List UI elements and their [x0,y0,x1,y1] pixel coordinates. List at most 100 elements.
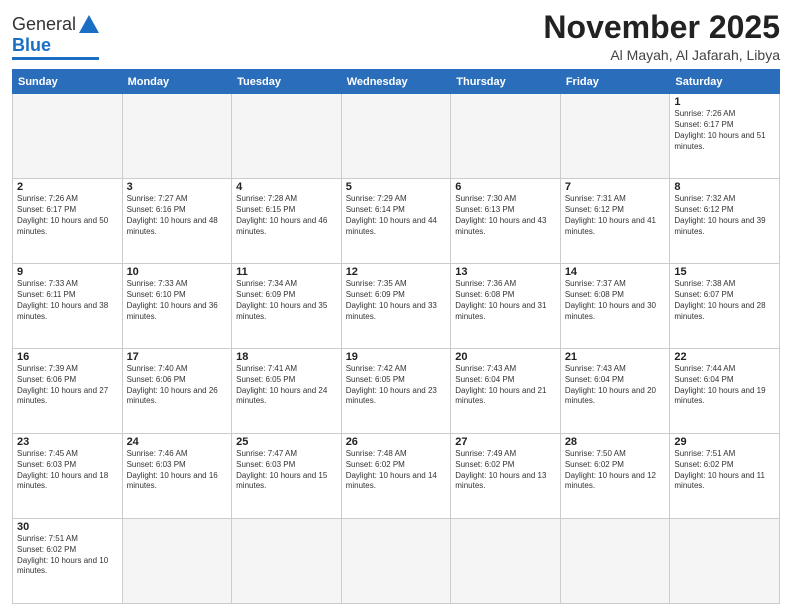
day-info: Sunrise: 7:32 AMSunset: 6:12 PMDaylight:… [674,194,775,237]
table-cell: 7Sunrise: 7:31 AMSunset: 6:12 PMDaylight… [560,179,670,264]
title-block: November 2025 Al Mayah, Al Jafarah, Liby… [543,10,780,63]
day-number: 5 [346,181,447,193]
day-info: Sunrise: 7:51 AMSunset: 6:02 PMDaylight:… [17,534,118,577]
table-cell [451,519,561,604]
table-cell: 29Sunrise: 7:51 AMSunset: 6:02 PMDayligh… [670,434,780,519]
day-number: 3 [127,181,228,193]
table-cell: 5Sunrise: 7:29 AMSunset: 6:14 PMDaylight… [341,179,451,264]
table-cell: 3Sunrise: 7:27 AMSunset: 6:16 PMDaylight… [122,179,232,264]
day-info: Sunrise: 7:28 AMSunset: 6:15 PMDaylight:… [236,194,337,237]
table-cell: 2Sunrise: 7:26 AMSunset: 6:17 PMDaylight… [13,179,123,264]
day-number: 17 [127,351,228,363]
logo-underline [12,57,99,60]
day-number: 20 [455,351,556,363]
day-info: Sunrise: 7:36 AMSunset: 6:08 PMDaylight:… [455,279,556,322]
table-cell [670,519,780,604]
day-info: Sunrise: 7:38 AMSunset: 6:07 PMDaylight:… [674,279,775,322]
table-cell: 15Sunrise: 7:38 AMSunset: 6:07 PMDayligh… [670,264,780,349]
day-number: 7 [565,181,666,193]
header-sunday: Sunday [13,70,123,94]
table-cell [122,94,232,179]
day-info: Sunrise: 7:31 AMSunset: 6:12 PMDaylight:… [565,194,666,237]
day-number: 30 [17,521,118,533]
day-info: Sunrise: 7:27 AMSunset: 6:16 PMDaylight:… [127,194,228,237]
table-cell: 18Sunrise: 7:41 AMSunset: 6:05 PMDayligh… [232,349,342,434]
day-number: 15 [674,266,775,278]
table-cell [341,94,451,179]
calendar-row: 16Sunrise: 7:39 AMSunset: 6:06 PMDayligh… [13,349,780,434]
table-cell [232,519,342,604]
table-cell: 11Sunrise: 7:34 AMSunset: 6:09 PMDayligh… [232,264,342,349]
table-cell: 26Sunrise: 7:48 AMSunset: 6:02 PMDayligh… [341,434,451,519]
table-cell: 17Sunrise: 7:40 AMSunset: 6:06 PMDayligh… [122,349,232,434]
day-number: 21 [565,351,666,363]
table-cell: 25Sunrise: 7:47 AMSunset: 6:03 PMDayligh… [232,434,342,519]
header-monday: Monday [122,70,232,94]
table-cell: 16Sunrise: 7:39 AMSunset: 6:06 PMDayligh… [13,349,123,434]
header-tuesday: Tuesday [232,70,342,94]
table-cell: 6Sunrise: 7:30 AMSunset: 6:13 PMDaylight… [451,179,561,264]
table-cell: 14Sunrise: 7:37 AMSunset: 6:08 PMDayligh… [560,264,670,349]
table-cell [341,519,451,604]
header: General Blue November 2025 Al Mayah, Al … [12,10,780,63]
day-number: 9 [17,266,118,278]
day-info: Sunrise: 7:48 AMSunset: 6:02 PMDaylight:… [346,449,447,492]
logo-general-text: General [12,14,76,35]
table-cell: 8Sunrise: 7:32 AMSunset: 6:12 PMDaylight… [670,179,780,264]
header-thursday: Thursday [451,70,561,94]
table-cell: 9Sunrise: 7:33 AMSunset: 6:11 PMDaylight… [13,264,123,349]
table-cell [560,94,670,179]
page: General Blue November 2025 Al Mayah, Al … [0,0,792,612]
table-cell: 1Sunrise: 7:26 AMSunset: 6:17 PMDaylight… [670,94,780,179]
table-cell: 19Sunrise: 7:42 AMSunset: 6:05 PMDayligh… [341,349,451,434]
day-number: 25 [236,436,337,448]
day-info: Sunrise: 7:35 AMSunset: 6:09 PMDaylight:… [346,279,447,322]
table-cell: 22Sunrise: 7:44 AMSunset: 6:04 PMDayligh… [670,349,780,434]
day-number: 18 [236,351,337,363]
day-info: Sunrise: 7:47 AMSunset: 6:03 PMDaylight:… [236,449,337,492]
day-info: Sunrise: 7:39 AMSunset: 6:06 PMDaylight:… [17,364,118,407]
table-cell [451,94,561,179]
day-number: 13 [455,266,556,278]
day-info: Sunrise: 7:41 AMSunset: 6:05 PMDaylight:… [236,364,337,407]
day-number: 6 [455,181,556,193]
table-cell: 13Sunrise: 7:36 AMSunset: 6:08 PMDayligh… [451,264,561,349]
table-cell: 20Sunrise: 7:43 AMSunset: 6:04 PMDayligh… [451,349,561,434]
day-info: Sunrise: 7:45 AMSunset: 6:03 PMDaylight:… [17,449,118,492]
day-info: Sunrise: 7:43 AMSunset: 6:04 PMDaylight:… [455,364,556,407]
day-number: 12 [346,266,447,278]
day-info: Sunrise: 7:49 AMSunset: 6:02 PMDaylight:… [455,449,556,492]
logo: General Blue [12,14,99,60]
calendar-row: 30Sunrise: 7:51 AMSunset: 6:02 PMDayligh… [13,519,780,604]
day-info: Sunrise: 7:37 AMSunset: 6:08 PMDaylight:… [565,279,666,322]
day-info: Sunrise: 7:44 AMSunset: 6:04 PMDaylight:… [674,364,775,407]
table-cell [13,94,123,179]
day-info: Sunrise: 7:51 AMSunset: 6:02 PMDaylight:… [674,449,775,492]
day-info: Sunrise: 7:43 AMSunset: 6:04 PMDaylight:… [565,364,666,407]
day-number: 23 [17,436,118,448]
day-number: 1 [674,96,775,108]
table-cell: 27Sunrise: 7:49 AMSunset: 6:02 PMDayligh… [451,434,561,519]
day-info: Sunrise: 7:33 AMSunset: 6:10 PMDaylight:… [127,279,228,322]
day-number: 27 [455,436,556,448]
table-cell: 12Sunrise: 7:35 AMSunset: 6:09 PMDayligh… [341,264,451,349]
day-number: 19 [346,351,447,363]
day-number: 4 [236,181,337,193]
table-cell: 21Sunrise: 7:43 AMSunset: 6:04 PMDayligh… [560,349,670,434]
day-number: 22 [674,351,775,363]
table-cell: 10Sunrise: 7:33 AMSunset: 6:10 PMDayligh… [122,264,232,349]
table-cell [122,519,232,604]
calendar-row: 1Sunrise: 7:26 AMSunset: 6:17 PMDaylight… [13,94,780,179]
header-saturday: Saturday [670,70,780,94]
location-title: Al Mayah, Al Jafarah, Libya [543,47,780,63]
day-number: 29 [674,436,775,448]
table-cell: 28Sunrise: 7:50 AMSunset: 6:02 PMDayligh… [560,434,670,519]
logo-blue-text: Blue [12,35,51,56]
calendar-row: 9Sunrise: 7:33 AMSunset: 6:11 PMDaylight… [13,264,780,349]
day-number: 2 [17,181,118,193]
day-info: Sunrise: 7:30 AMSunset: 6:13 PMDaylight:… [455,194,556,237]
table-cell: 4Sunrise: 7:28 AMSunset: 6:15 PMDaylight… [232,179,342,264]
day-number: 14 [565,266,666,278]
header-wednesday: Wednesday [341,70,451,94]
table-cell: 30Sunrise: 7:51 AMSunset: 6:02 PMDayligh… [13,519,123,604]
